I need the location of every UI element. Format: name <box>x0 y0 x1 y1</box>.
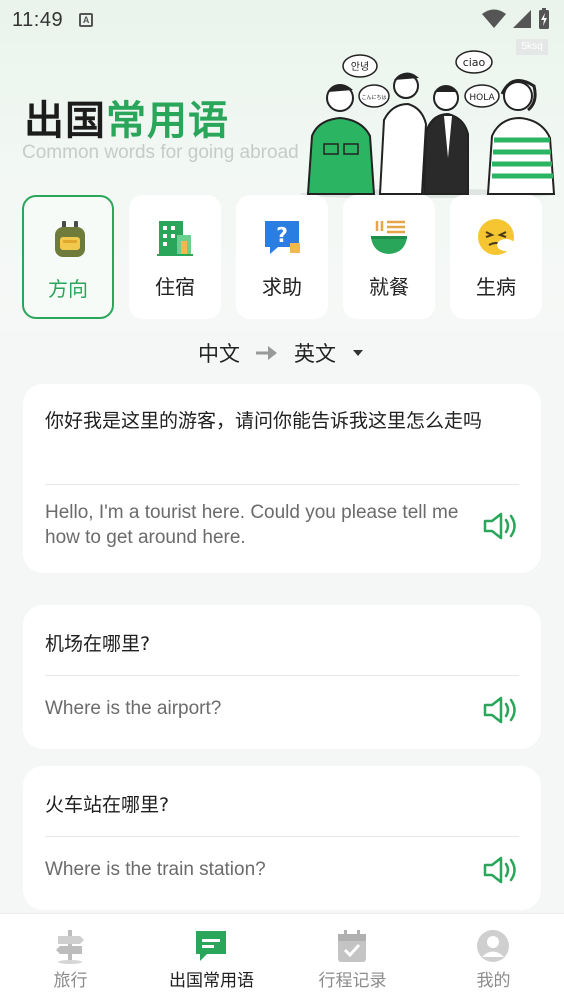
chat-message-icon <box>196 931 226 961</box>
category-label: 生病 <box>476 275 516 299</box>
status-icons <box>482 8 550 30</box>
nav-label: 行程记录 <box>318 971 387 991</box>
phrase-chinese: 你好我是这里的游客，请问你能告诉我这里怎么走吗 <box>45 410 483 432</box>
noodle-bowl-icon <box>371 220 407 254</box>
bubble-italian: ciao <box>463 56 486 69</box>
nav-itinerary[interactable]: 行程记录 <box>282 914 423 1002</box>
bubble-spanish: HOLA <box>469 93 495 103</box>
phrase-english: Where is the train station? <box>45 859 266 880</box>
category-bar: 方向 住宿 ? 求助 就餐 生病 <box>22 195 542 321</box>
bubble-japanese: こんにちは <box>361 95 386 101</box>
speaker-icon[interactable] <box>481 853 521 887</box>
page-subtitle: Common words for going abroad <box>22 142 299 163</box>
category-label: 住宿 <box>155 275 195 299</box>
phrase-card: 机场在哪里? Where is the airport? <box>23 605 541 749</box>
category-help[interactable]: ? 求助 <box>236 195 328 319</box>
page-title: 出国常用语 <box>24 88 229 146</box>
phrase-english: Where is the airport? <box>45 698 222 719</box>
signal-icon <box>513 10 531 28</box>
nav-label: 出国常用语 <box>169 971 254 991</box>
category-lodging[interactable]: 住宿 <box>129 195 221 319</box>
source-language[interactable]: 中文 <box>198 338 240 368</box>
target-language[interactable]: 英文 <box>294 338 336 368</box>
nav-profile[interactable]: 我的 <box>423 914 564 1002</box>
help-question-icon: ? <box>265 221 300 254</box>
speaker-icon[interactable] <box>481 509 521 543</box>
phrase-card: 火车站在哪里? Where is the train station? <box>23 766 541 910</box>
backpack-icon <box>55 221 85 257</box>
nav-label: 我的 <box>476 971 511 991</box>
wifi-icon <box>482 9 506 28</box>
phrase-chinese: 火车站在哪里? <box>45 794 170 816</box>
phrase-card: 你好我是这里的游客，请问你能告诉我这里怎么走吗 Hello, I'm a tou… <box>23 384 541 573</box>
phrase-english: Hello, I'm a tourist here. Could you ple… <box>45 502 459 548</box>
title-part2: 常用语 <box>106 98 229 144</box>
dropdown-caret-icon[interactable] <box>350 347 366 359</box>
category-sick[interactable]: 生病 <box>450 195 542 319</box>
nav-label: 旅行 <box>53 971 88 991</box>
bottom-navigation: 旅行 出国常用语 行程记录 我的 <box>0 913 564 1002</box>
phrase-chinese: 机场在哪里? <box>45 633 151 655</box>
battery-icon <box>539 8 549 29</box>
sick-face-icon <box>478 219 515 255</box>
hotel-building-icon <box>157 221 193 256</box>
title-part1: 出国 <box>24 98 106 144</box>
category-label: 求助 <box>262 275 302 299</box>
category-dining[interactable]: 就餐 <box>343 195 435 319</box>
nav-common-phrases[interactable]: 出国常用语 <box>141 914 282 1002</box>
notification-a-icon: A <box>79 13 94 27</box>
user-profile-icon <box>477 930 509 962</box>
svg-text:?: ? <box>276 223 288 247</box>
card-divider <box>45 836 519 837</box>
arrow-right-icon <box>256 346 277 360</box>
language-switch[interactable]: 中文 英文 <box>0 336 564 370</box>
signpost-icon <box>56 930 84 964</box>
category-label: 就餐 <box>369 275 409 299</box>
category-direction[interactable]: 方向 <box>22 195 114 319</box>
status-time: 11:49 <box>12 8 64 31</box>
nav-travel[interactable]: 旅行 <box>0 914 141 1002</box>
calendar-check-icon <box>338 930 366 962</box>
bubble-korean: 안녕 <box>351 61 369 73</box>
card-divider <box>45 484 519 485</box>
card-divider <box>45 675 519 676</box>
travelers-illustration: 안녕 こんにちは ciao HOLA <box>300 50 556 198</box>
speaker-icon[interactable] <box>481 693 521 727</box>
category-label: 方向 <box>48 277 88 301</box>
status-bar: 11:49 A <box>0 0 564 40</box>
